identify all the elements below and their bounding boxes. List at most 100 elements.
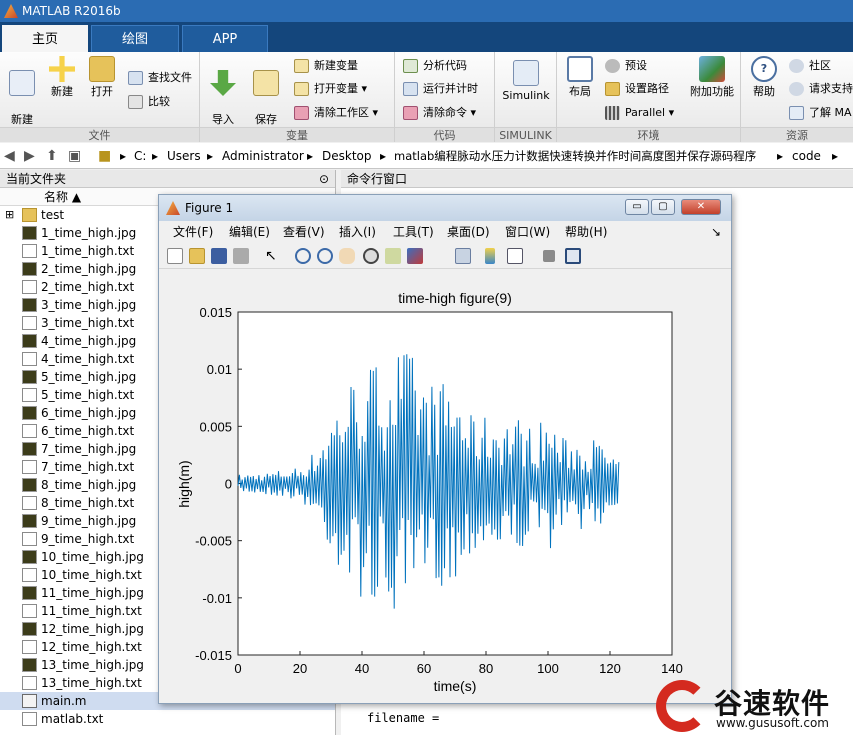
- address-separator-icon: ▸: [120, 149, 127, 163]
- rotate-3d-icon[interactable]: [363, 248, 379, 264]
- breadcrumb-desktop[interactable]: Desktop: [322, 143, 372, 169]
- x-tick-label: 80: [479, 661, 493, 676]
- close-button[interactable]: ✕: [681, 199, 721, 215]
- group-label-resources: 资源: [741, 127, 853, 142]
- x-tick-label: 140: [661, 661, 683, 676]
- tab-apps[interactable]: APP: [182, 25, 268, 52]
- eraser-icon: [294, 106, 309, 120]
- menu-insert[interactable]: 插入(I): [339, 221, 376, 243]
- file-name: 1_time_high.jpg: [41, 226, 137, 240]
- save-icon[interactable]: [211, 248, 227, 264]
- colorbar-icon[interactable]: [485, 248, 495, 264]
- menu-desktop[interactable]: 桌面(D): [447, 221, 490, 243]
- jpg-file-icon: [22, 298, 37, 312]
- ribbon-tabstrip: 主页 绘图 APP: [0, 22, 853, 52]
- y-tick-label: 0.01: [207, 362, 232, 377]
- open-variable-button[interactable]: 打开变量 ▾: [292, 79, 367, 99]
- clear-workspace-button[interactable]: 清除工作区 ▾: [292, 103, 378, 123]
- menu-tools[interactable]: 工具(T): [393, 221, 434, 243]
- breadcrumb-users[interactable]: Users: [167, 143, 201, 169]
- tab-plots[interactable]: 绘图: [91, 25, 179, 52]
- eraser-icon: [403, 106, 418, 120]
- find-files-button[interactable]: 查找文件: [126, 68, 192, 88]
- find-files-icon: [128, 71, 143, 85]
- print-icon[interactable]: [233, 248, 249, 264]
- maximize-button[interactable]: ▢: [651, 199, 675, 215]
- pointer-arrow-icon[interactable]: ↖: [265, 248, 281, 264]
- community-button[interactable]: 社区: [787, 56, 831, 76]
- analyze-code-button[interactable]: 分析代码: [401, 56, 467, 76]
- breadcrumb-administrator[interactable]: Administrator: [222, 143, 304, 169]
- folder-open-icon: [89, 56, 115, 82]
- up-folder-icon[interactable]: ⬆: [46, 143, 58, 169]
- analyze-code-icon: [403, 59, 418, 73]
- compare-button[interactable]: 比较: [126, 92, 170, 112]
- parallel-button[interactable]: Parallel ▾: [603, 103, 674, 123]
- show-plot-tools-icon[interactable]: [565, 248, 581, 264]
- txt-file-icon: [22, 604, 37, 618]
- breadcrumb-project[interactable]: matlab编程脉动水压力计数据快速转换并作时间高度图并保存源码程序: [394, 143, 756, 169]
- link-plot-icon[interactable]: [455, 248, 471, 264]
- back-arrow-icon[interactable]: ◀: [4, 143, 15, 169]
- learn-matlab-button[interactable]: 了解 MA: [787, 103, 852, 123]
- simulink-button[interactable]: Simulink: [501, 56, 551, 103]
- chevron-down-icon: ▾: [358, 82, 368, 95]
- menu-edit[interactable]: 编辑(E): [229, 221, 270, 243]
- breadcrumb-code[interactable]: code: [792, 143, 821, 169]
- clear-commands-button[interactable]: 清除命令 ▾: [401, 103, 476, 123]
- txt-file-icon: [22, 640, 37, 654]
- plot-canvas[interactable]: 0 20 40 60 80 100 120 140 0.015 0.01 0.005 0 -0.005 -…: [163, 273, 727, 699]
- zoom-out-icon[interactable]: [317, 248, 333, 264]
- menu-help[interactable]: 帮助(H): [565, 221, 607, 243]
- file-name: 10_time_high.txt: [41, 568, 142, 582]
- file-name: 8_time_high.jpg: [41, 478, 137, 492]
- open-file-icon[interactable]: [189, 248, 205, 264]
- file-name: 9_time_high.txt: [41, 532, 135, 546]
- new-figure-icon[interactable]: [167, 248, 183, 264]
- breadcrumb-drive[interactable]: C:: [134, 143, 146, 169]
- preferences-button[interactable]: 预设: [603, 56, 647, 76]
- command-line: filename =: [367, 711, 440, 725]
- expand-icon[interactable]: ⊞: [5, 206, 14, 224]
- learn-icon: [789, 106, 804, 120]
- run-and-time-button[interactable]: 运行并计时: [401, 79, 478, 99]
- pan-hand-icon[interactable]: [339, 248, 355, 264]
- new-variable-button[interactable]: 新建变量: [292, 56, 358, 76]
- brush-icon[interactable]: [407, 248, 423, 264]
- file-name: 10_time_high.jpg: [41, 550, 144, 564]
- minimize-button[interactable]: ▭: [625, 199, 649, 215]
- menu-file[interactable]: 文件(F): [173, 221, 213, 243]
- ribbon-group-environment: 布局 预设 设置路径 Parallel ▾ 附加功能 环境: [557, 52, 741, 142]
- layout-button[interactable]: 布局: [563, 56, 597, 99]
- menu-view[interactable]: 查看(V): [283, 221, 325, 243]
- layout-icon: [567, 56, 593, 82]
- help-button[interactable]: ? 帮助: [747, 56, 781, 99]
- hide-plot-tools-icon[interactable]: [543, 250, 555, 262]
- set-path-button[interactable]: 设置路径: [603, 79, 669, 99]
- new-button[interactable]: 新建: [44, 56, 80, 99]
- open-button[interactable]: 打开: [84, 56, 120, 99]
- menu-window[interactable]: 窗口(W): [505, 221, 550, 243]
- data-cursor-icon[interactable]: [385, 248, 401, 264]
- y-axis-label: high(m): [176, 460, 192, 507]
- tab-home[interactable]: 主页: [2, 25, 88, 52]
- forward-arrow-icon[interactable]: ▶: [24, 143, 35, 169]
- dock-arrow-icon[interactable]: ↘: [711, 221, 721, 243]
- address-separator-icon: ▸: [832, 149, 839, 163]
- set-path-icon: [605, 82, 620, 96]
- address-separator-icon: ▸: [207, 149, 214, 163]
- m-file-icon: [22, 694, 37, 708]
- panel-menu-icon[interactable]: ⊙: [319, 170, 329, 188]
- figure-window: Figure 1 ▭ ▢ ✕ 文件(F) 编辑(E) 查看(V) 插入(I) 工…: [158, 194, 732, 704]
- browse-folder-icon[interactable]: ▣: [68, 143, 81, 169]
- file-name: 11_time_high.jpg: [41, 586, 144, 600]
- jpg-file-icon: [22, 334, 37, 348]
- legend-icon[interactable]: [507, 248, 523, 264]
- addons-button[interactable]: 附加功能: [687, 56, 737, 99]
- jpg-file-icon: [22, 370, 37, 384]
- txt-file-icon: [22, 712, 37, 726]
- file-item[interactable]: matlab.txt: [0, 710, 335, 728]
- zoom-in-icon[interactable]: [295, 248, 311, 264]
- request-support-button[interactable]: 请求支持: [787, 79, 853, 99]
- file-name: 7_time_high.txt: [41, 460, 135, 474]
